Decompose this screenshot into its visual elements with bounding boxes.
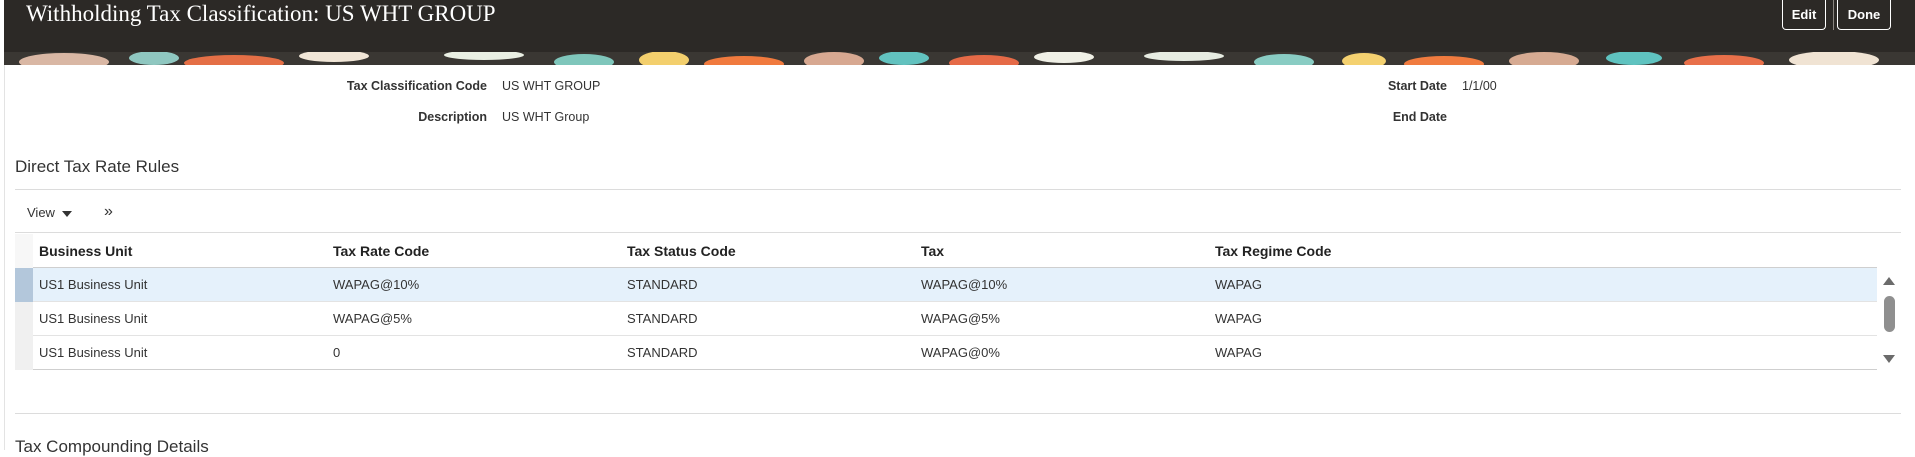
description-label: Description bbox=[418, 110, 487, 124]
edit-button[interactable]: Edit bbox=[1782, 0, 1826, 30]
table-row[interactable]: US1 Business Unit 0 STANDARD WAPAG@0% WA… bbox=[15, 336, 1877, 370]
end-date-label: End Date bbox=[1392, 110, 1447, 124]
view-menu-label: View bbox=[27, 205, 55, 220]
page-title: Withholding Tax Classification: US WHT G… bbox=[26, 1, 496, 26]
page-header: Withholding Tax Classification: US WHT G… bbox=[4, 0, 1915, 52]
classification-code-label: Tax Classification Code bbox=[346, 79, 487, 93]
column-header-tax[interactable]: Tax bbox=[921, 234, 944, 268]
row-selector[interactable] bbox=[15, 268, 33, 302]
table-row[interactable]: US1 Business Unit WAPAG@10% STANDARD WAP… bbox=[15, 268, 1877, 302]
toolbar-divider bbox=[15, 232, 1901, 233]
decorative-banner bbox=[4, 52, 1915, 65]
table-row[interactable]: US1 Business Unit WAPAG@5% STANDARD WAPA… bbox=[15, 302, 1877, 336]
cell-tax-status-code: STANDARD bbox=[627, 345, 698, 360]
cell-tax-rate-code: 0 bbox=[333, 345, 341, 360]
cell-tax-status-code: STANDARD bbox=[627, 311, 698, 326]
column-header-tax-regime-code[interactable]: Tax Regime Code bbox=[1215, 234, 1331, 268]
cell-tax-status-code: STANDARD bbox=[627, 277, 698, 292]
view-menu[interactable]: View bbox=[27, 205, 72, 220]
tax-compounding-details-title: Tax Compounding Details bbox=[15, 437, 209, 456]
header-separator bbox=[1833, 0, 1834, 30]
cell-tax-regime-code: WAPAG bbox=[1215, 277, 1262, 292]
cell-tax-regime-code: WAPAG bbox=[1215, 311, 1262, 326]
cell-tax-rate-code: WAPAG@10% bbox=[333, 277, 420, 292]
description-value: US WHT Group bbox=[502, 110, 590, 124]
cell-tax-regime-code: WAPAG bbox=[1215, 345, 1262, 360]
cell-tax-rate-code: WAPAG@5% bbox=[333, 311, 412, 326]
table-header-row: Business Unit Tax Rate Code Tax Status C… bbox=[15, 234, 1877, 268]
column-header-business-unit[interactable]: Business Unit bbox=[39, 234, 132, 268]
classification-code-value: US WHT GROUP bbox=[502, 79, 601, 93]
caret-down-icon bbox=[61, 211, 72, 217]
section-divider bbox=[15, 413, 1901, 414]
column-header-tax-status-code[interactable]: Tax Status Code bbox=[627, 234, 736, 268]
cell-business-unit: US1 Business Unit bbox=[39, 277, 148, 292]
cell-tax: WAPAG@10% bbox=[921, 277, 1008, 292]
row-selector-header bbox=[15, 234, 33, 268]
section-divider bbox=[15, 189, 1901, 190]
double-chevron-right-icon[interactable]: » bbox=[104, 203, 113, 221]
cell-business-unit: US1 Business Unit bbox=[39, 311, 148, 326]
row-selector[interactable] bbox=[15, 302, 33, 336]
done-button[interactable]: Done bbox=[1837, 0, 1891, 30]
row-selector[interactable] bbox=[15, 336, 33, 370]
cell-tax: WAPAG@5% bbox=[921, 311, 1000, 326]
scroll-down-arrow-icon[interactable] bbox=[1883, 355, 1895, 363]
cell-tax: WAPAG@0% bbox=[921, 345, 1000, 360]
banner-pattern bbox=[4, 52, 1915, 65]
vertical-scrollbar-thumb[interactable] bbox=[1884, 296, 1895, 332]
cell-business-unit: US1 Business Unit bbox=[39, 345, 148, 360]
content-left-border bbox=[4, 65, 5, 450]
scroll-up-arrow-icon[interactable] bbox=[1883, 277, 1895, 285]
direct-tax-rate-rules-title: Direct Tax Rate Rules bbox=[15, 157, 180, 176]
start-date-value: 1/1/00 bbox=[1462, 79, 1497, 93]
column-header-tax-rate-code[interactable]: Tax Rate Code bbox=[333, 234, 429, 268]
start-date-label: Start Date bbox=[1387, 79, 1447, 93]
